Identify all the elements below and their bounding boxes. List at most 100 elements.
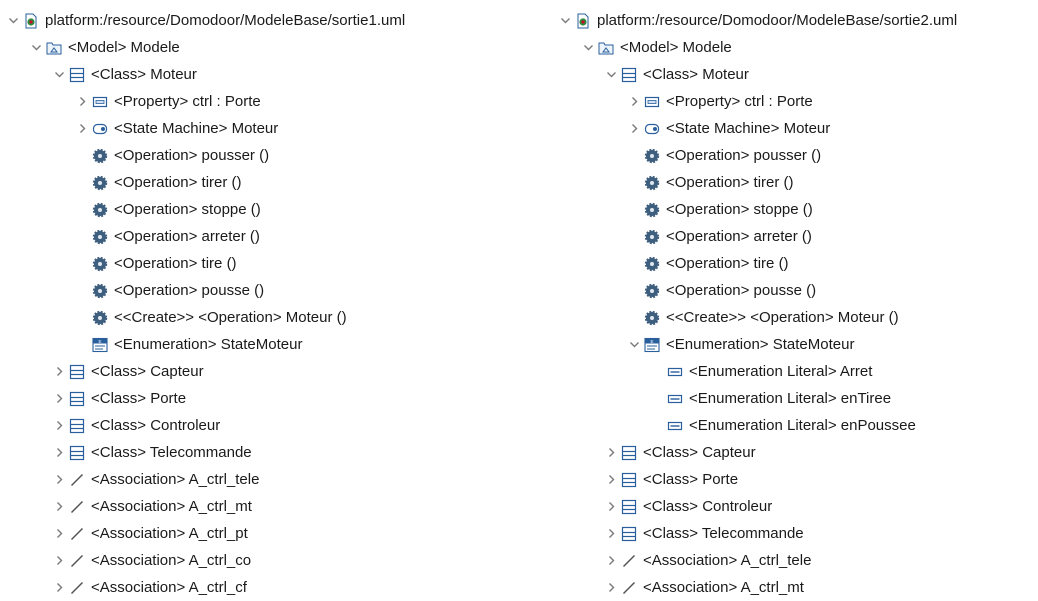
operation-icon (644, 148, 660, 164)
tree-item[interactable]: <Operation> pousse () (552, 277, 1038, 304)
operation-icon (644, 310, 660, 326)
tree-item-label: <<Create>> <Operation> Moteur () (666, 309, 899, 326)
tree-item[interactable]: <Operation> tirer () (552, 169, 1038, 196)
tree-item[interactable]: E <Enumeration> StateMoteur (0, 331, 519, 358)
tree-item-label: <Class> Moteur (643, 66, 749, 83)
tree-item[interactable]: <State Machine> Moteur (552, 115, 1038, 142)
tree-item[interactable]: <Property> ctrl : Porte (552, 88, 1038, 115)
tree-item-label: <Operation> pousser () (666, 147, 822, 164)
chevron-right-icon[interactable] (54, 555, 65, 566)
tree-item[interactable]: <State Machine> Moteur (0, 115, 519, 142)
tree-item-label: <Association> A_ctrl_mt (643, 579, 804, 596)
tree-item[interactable]: <Class> Telecommande (0, 439, 519, 466)
chevron-right-icon[interactable] (54, 420, 65, 431)
tree-item[interactable]: E <Enumeration> StateMoteur (552, 331, 1038, 358)
property-icon (92, 94, 108, 110)
chevron-right-icon[interactable] (54, 366, 65, 377)
chevron-right-icon[interactable] (54, 447, 65, 458)
tree-item[interactable]: <<Create>> <Operation> Moteur () (0, 304, 519, 331)
chevron-down-icon[interactable] (31, 42, 42, 53)
class-icon (69, 418, 85, 434)
tree-item[interactable]: <Enumeration Literal> Arret (552, 358, 1038, 385)
tree-item[interactable]: <Operation> stoppe () (0, 196, 519, 223)
state-machine-icon (92, 121, 108, 137)
operation-icon (644, 256, 660, 272)
chevron-right-icon[interactable] (606, 447, 617, 458)
operation-icon (92, 283, 108, 299)
tree-item[interactable]: <Association> A_ctrl_cf (0, 574, 519, 601)
tree-item[interactable]: <Operation> stoppe () (552, 196, 1038, 223)
tree-item[interactable]: <Operation> pousser () (0, 142, 519, 169)
tree-item[interactable]: <Class> Controleur (0, 412, 519, 439)
tree-item[interactable]: <Association> A_ctrl_tele (0, 466, 519, 493)
chevron-right-icon[interactable] (629, 123, 640, 134)
tree-item[interactable]: <Operation> pousser () (552, 142, 1038, 169)
svg-text:E: E (650, 339, 653, 344)
chevron-right-icon[interactable] (54, 582, 65, 593)
association-icon (69, 526, 85, 542)
tree-item[interactable]: <Class> Telecommande (552, 520, 1038, 547)
chevron-right-icon[interactable] (606, 582, 617, 593)
tree-item[interactable]: <Class> Moteur (552, 61, 1038, 88)
tree-item-label: <Enumeration> StateMoteur (666, 336, 855, 353)
tree-item[interactable]: <<Create>> <Operation> Moteur () (552, 304, 1038, 331)
operation-icon (644, 202, 660, 218)
chevron-right-icon[interactable] (77, 123, 88, 134)
tree-item[interactable]: platform:/resource/Domodoor/ModeleBase/s… (552, 7, 1038, 34)
tree-item[interactable]: <Model> Modele (0, 34, 519, 61)
chevron-right-icon[interactable] (54, 474, 65, 485)
chevron-right-icon[interactable] (54, 528, 65, 539)
tree-item-label: <Model> Modele (620, 39, 732, 56)
tree-item-label: <Association> A_ctrl_co (91, 552, 252, 569)
tree-item[interactable]: <Property> ctrl : Porte (0, 88, 519, 115)
tree-item-label: <Operation> pousse () (114, 282, 265, 299)
tree-item[interactable]: platform:/resource/Domodoor/ModeleBase/s… (0, 7, 519, 34)
tree-item[interactable]: <Class> Porte (552, 466, 1038, 493)
chevron-right-icon[interactable] (77, 96, 88, 107)
tree-item[interactable]: <Association> A_ctrl_mt (0, 493, 519, 520)
resource-icon (23, 13, 39, 29)
chevron-right-icon[interactable] (629, 96, 640, 107)
tree-item[interactable]: <Operation> arreter () (0, 223, 519, 250)
chevron-right-icon[interactable] (54, 501, 65, 512)
tree-item[interactable]: <Operation> tirer () (0, 169, 519, 196)
tree-item[interactable]: <Class> Porte (0, 385, 519, 412)
tree-item[interactable]: <Operation> pousse () (0, 277, 519, 304)
chevron-down-icon[interactable] (560, 15, 571, 26)
chevron-right-icon[interactable] (606, 528, 617, 539)
chevron-down-icon[interactable] (583, 42, 594, 53)
tree-item-label: <Class> Moteur (91, 66, 197, 83)
operation-icon (92, 175, 108, 191)
tree-item[interactable]: <Operation> arreter () (552, 223, 1038, 250)
tree-item[interactable]: <Enumeration Literal> enPoussee (552, 412, 1038, 439)
tree-item[interactable]: <Operation> tire () (552, 250, 1038, 277)
chevron-right-icon[interactable] (606, 501, 617, 512)
association-icon (621, 553, 637, 569)
chevron-down-icon[interactable] (54, 69, 65, 80)
tree-item[interactable]: <Association> A_ctrl_pt (0, 520, 519, 547)
tree-item[interactable]: <Operation> tire () (0, 250, 519, 277)
tree-item[interactable]: <Class> Capteur (0, 358, 519, 385)
association-icon (69, 580, 85, 596)
chevron-down-icon[interactable] (606, 69, 617, 80)
chevron-right-icon[interactable] (606, 555, 617, 566)
tree-item[interactable]: <Class> Moteur (0, 61, 519, 88)
tree-item[interactable]: <Association> A_ctrl_tele (552, 547, 1038, 574)
tree-item-label: <Association> A_ctrl_tele (91, 471, 260, 488)
tree-item[interactable]: <Association> A_ctrl_co (0, 547, 519, 574)
tree-item[interactable]: <Association> A_ctrl_mt (552, 574, 1038, 601)
tree-item-label: platform:/resource/Domodoor/ModeleBase/s… (45, 12, 406, 29)
chevron-down-icon[interactable] (629, 339, 640, 350)
tree-item-label: <Association> A_ctrl_mt (91, 498, 252, 515)
chevron-right-icon[interactable] (54, 393, 65, 404)
chevron-right-icon[interactable] (606, 474, 617, 485)
enum-literal-icon (667, 418, 683, 434)
class-icon (69, 445, 85, 461)
tree-item[interactable]: <Class> Controleur (552, 493, 1038, 520)
tree-item[interactable]: <Model> Modele (552, 34, 1038, 61)
tree-item-label: <Class> Porte (91, 390, 187, 407)
association-icon (621, 580, 637, 596)
tree-item[interactable]: <Enumeration Literal> enTiree (552, 385, 1038, 412)
chevron-down-icon[interactable] (8, 15, 19, 26)
tree-item[interactable]: <Class> Capteur (552, 439, 1038, 466)
